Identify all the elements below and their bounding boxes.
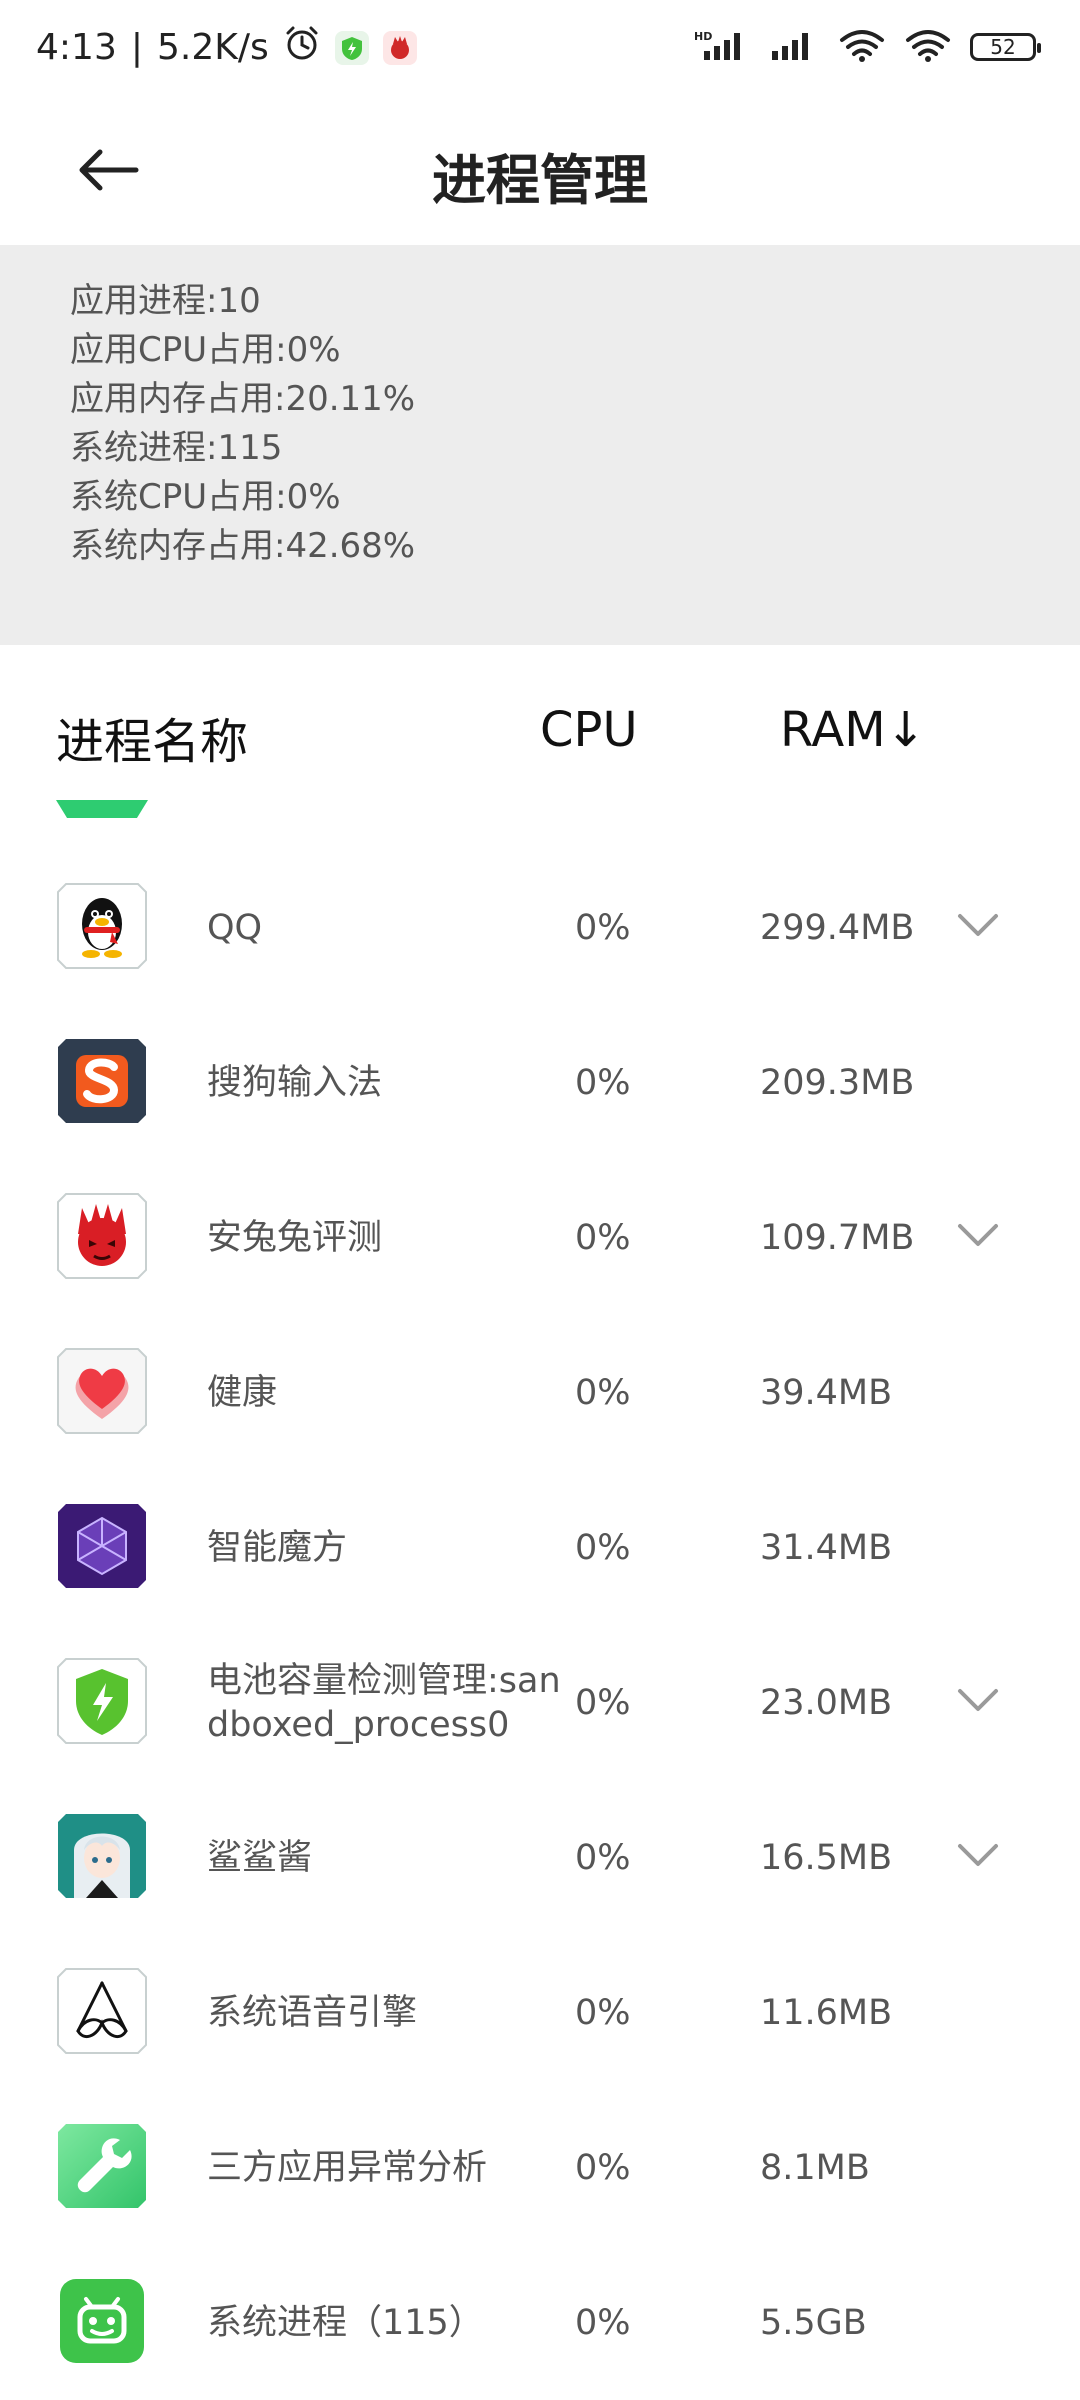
process-ram: 11.6MB [760,1992,893,2033]
process-cpu: 0% [575,1527,631,1568]
battery-icon: 52 [970,33,1041,61]
battery-app-icon [334,30,369,65]
alarm-icon [283,24,321,71]
process-name: 安兔兔评测 [207,1217,383,1258]
summary-system-memory: 系统内存占用:42.68% [70,526,416,566]
process-cpu: 0% [575,1372,631,1413]
qq-icon [57,883,147,969]
shield-bolt-icon [57,1658,147,1744]
page-title: 进程管理 [432,149,648,212]
wifi-icon [838,28,886,66]
battery-level: 52 [990,35,1016,59]
process-ram: 299.4MB [760,907,915,948]
process-cpu: 0% [575,1217,631,1258]
process-name: 电池容量检测管理:sandboxed_process0 [207,1660,561,1745]
process-cpu: 0% [575,1837,631,1878]
chevron-down-icon[interactable] [955,902,1001,948]
status-right: HD 52 [694,28,1041,66]
heart-icon [57,1348,147,1434]
partially-scrolled-icon [56,800,148,818]
process-cpu: 0% [575,2302,631,2343]
process-ram: 5.5GB [760,2302,867,2343]
summary-system-processes: 系统进程:115 [70,428,283,468]
process-ram: 209.3MB [760,1062,915,1103]
cube-icon [58,1504,146,1588]
process-ram: 39.4MB [760,1372,893,1413]
summary-app-processes: 应用进程:10 [70,281,261,321]
process-ram: 31.4MB [760,1527,893,1568]
process-name: 鲨鲨酱 [207,1837,313,1878]
process-name: 三方应用异常分析 [207,2147,488,2188]
wrench-icon [58,2124,146,2208]
column-header-name[interactable]: 进程名称 [56,702,248,772]
summary-system-cpu: 系统CPU占用:0% [70,477,341,517]
process-name: 健康 [207,1372,278,1413]
hd-label: HD [694,30,712,43]
status-left: 4:13 | 5.2K/s [36,24,417,71]
wifi-icon [904,28,952,66]
process-cpu: 0% [575,1682,631,1723]
network-speed: 5.2K/s [156,27,269,68]
column-header-ram[interactable]: RAM↓ [780,702,926,758]
process-name: 系统语音引擎 [207,1992,418,2033]
table-row[interactable]: 三方应用异常分析 0% 8.1MB [0,2090,1080,2245]
android-robot-icon [60,2279,144,2363]
summary-panel: 应用进程:10 应用CPU占用:0% 应用内存占用:20.11% 系统进程:11… [0,245,1080,645]
column-header-cpu[interactable]: CPU [540,702,638,758]
signal-icon: HD [694,29,752,65]
table-row[interactable]: 安兔兔评测 0% 109.7MB [0,1160,1080,1315]
table-header: 进程名称 CPU RAM↓ [0,690,1080,780]
table-row[interactable]: 健康 0% 39.4MB [0,1315,1080,1470]
antutu-icon [57,1193,147,1279]
process-ram: 8.1MB [760,2147,870,2188]
table-row[interactable]: 搜狗输入法 0% 209.3MB [0,1005,1080,1160]
summary-app-memory: 应用内存占用:20.11% [70,379,416,419]
chevron-down-icon[interactable] [955,1212,1001,1258]
process-list: QQ 0% 299.4MB 搜狗输入法 0% 209.3MB 安兔兔评测 0% … [0,850,1080,2400]
status-separator: | [130,27,143,68]
title-bar: 进程管理 [0,100,1080,245]
sogou-icon [58,1039,146,1123]
table-row[interactable]: 系统进程（115） 0% 5.5GB [0,2245,1080,2400]
process-ram: 23.0MB [760,1682,893,1723]
table-row[interactable]: QQ 0% 299.4MB [0,850,1080,1005]
voice-engine-icon [57,1968,147,2054]
process-name: 智能魔方 [207,1527,348,1568]
chevron-down-icon[interactable] [955,1677,1001,1723]
process-cpu: 0% [575,907,631,948]
table-row[interactable]: 电池容量检测管理:sandboxed_process0 0% 23.0MB [0,1625,1080,1780]
antutu-app-icon [382,30,417,65]
process-cpu: 0% [575,2147,631,2188]
process-name: 搜狗输入法 [207,1062,383,1103]
table-row[interactable]: 系统语音引擎 0% 11.6MB [0,1935,1080,2090]
chevron-down-icon[interactable] [955,1832,1001,1878]
anime-girl-icon [58,1814,146,1898]
summary-app-cpu: 应用CPU占用:0% [70,330,341,370]
process-cpu: 0% [575,1062,631,1103]
status-time: 4:13 [36,27,117,68]
process-ram: 16.5MB [760,1837,893,1878]
status-bar: 4:13 | 5.2K/s HD 52 [0,0,1080,100]
process-name: QQ [207,907,263,948]
table-row[interactable]: 智能魔方 0% 31.4MB [0,1470,1080,1625]
signal-icon [770,29,820,65]
process-name: 系统进程（115） [207,2302,484,2343]
process-ram: 109.7MB [760,1217,915,1258]
process-cpu: 0% [575,1992,631,2033]
table-row[interactable]: 鲨鲨酱 0% 16.5MB [0,1780,1080,1935]
